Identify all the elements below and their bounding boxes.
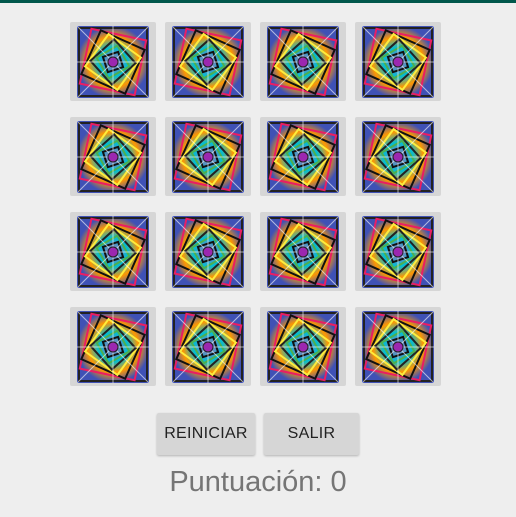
exit-button[interactable]: SALIR	[264, 413, 359, 455]
card-back-pattern-icon	[267, 26, 339, 98]
score-label: Puntuación: 0	[169, 466, 347, 498]
memory-card[interactable]	[260, 307, 346, 386]
memory-card[interactable]	[355, 212, 441, 291]
memory-card[interactable]	[70, 307, 156, 386]
card-back-pattern-icon	[362, 311, 434, 383]
memory-card[interactable]	[355, 307, 441, 386]
memory-card[interactable]	[165, 307, 251, 386]
memory-card[interactable]	[165, 22, 251, 101]
memory-card[interactable]	[260, 212, 346, 291]
memory-card[interactable]	[260, 117, 346, 196]
memory-card[interactable]	[355, 22, 441, 101]
card-back-pattern-icon	[267, 121, 339, 193]
game-controls: REINICIAR SALIR	[0, 413, 516, 455]
card-back-pattern-icon	[172, 311, 244, 383]
memory-card[interactable]	[165, 212, 251, 291]
memory-card[interactable]	[165, 117, 251, 196]
card-back-pattern-icon	[267, 216, 339, 288]
card-back-pattern-icon	[77, 216, 149, 288]
restart-button[interactable]: REINICIAR	[157, 413, 255, 455]
card-back-pattern-icon	[362, 26, 434, 98]
card-back-pattern-icon	[77, 311, 149, 383]
card-back-pattern-icon	[267, 311, 339, 383]
memory-card-grid	[70, 22, 442, 386]
memory-card[interactable]	[70, 117, 156, 196]
card-back-pattern-icon	[172, 121, 244, 193]
card-back-pattern-icon	[362, 121, 434, 193]
memory-card[interactable]	[70, 212, 156, 291]
memory-card[interactable]	[260, 22, 346, 101]
card-back-pattern-icon	[172, 216, 244, 288]
card-back-pattern-icon	[77, 121, 149, 193]
memory-card[interactable]	[355, 117, 441, 196]
status-accent-bar	[0, 0, 516, 3]
memory-card[interactable]	[70, 22, 156, 101]
card-back-pattern-icon	[362, 216, 434, 288]
card-back-pattern-icon	[172, 26, 244, 98]
card-back-pattern-icon	[77, 26, 149, 98]
